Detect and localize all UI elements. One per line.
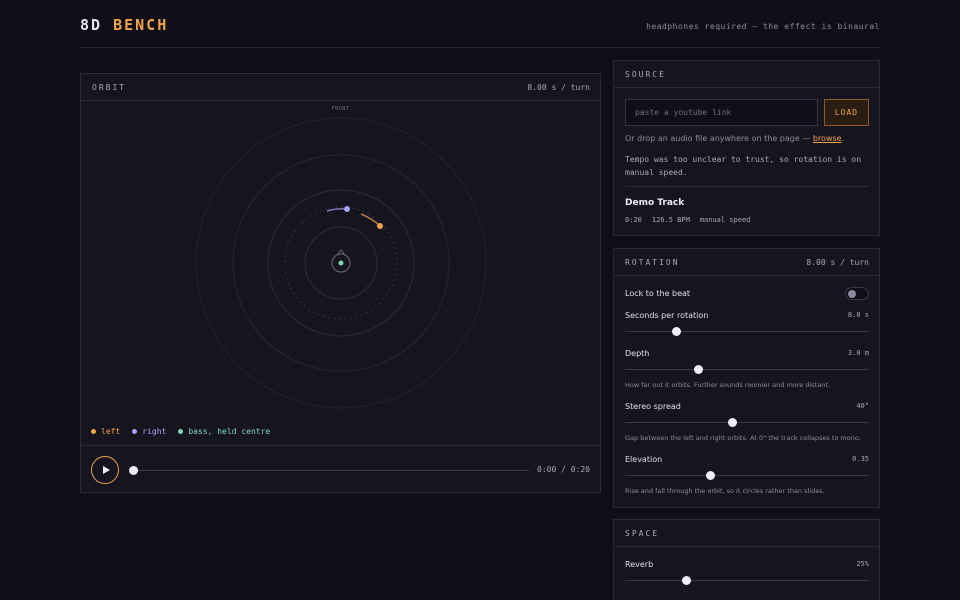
space-panel-title: SPACE bbox=[625, 529, 660, 538]
track-title: Demo Track bbox=[625, 198, 685, 208]
left-source-dot bbox=[377, 223, 383, 229]
elevation-slider-thumb[interactable] bbox=[705, 471, 715, 480]
spread-slider[interactable] bbox=[625, 422, 869, 423]
spread-help: Gap between the left and right orbits. A… bbox=[625, 434, 861, 442]
track-bpm: 126.5 BPM bbox=[651, 216, 690, 224]
track-duration: 0:20 bbox=[625, 216, 642, 224]
reverb-slider[interactable] bbox=[625, 580, 869, 581]
spread-row: Stereo spread 40° Gap between the left a… bbox=[625, 402, 869, 442]
tagline: headphones required — the effect is bina… bbox=[646, 22, 880, 31]
drop-hint: Or drop an audio file anywhere on the pa… bbox=[625, 134, 844, 143]
spread-slider-thumb[interactable] bbox=[727, 418, 737, 427]
reverb-label: Reverb bbox=[625, 560, 654, 569]
right-source-dot bbox=[344, 206, 350, 212]
brand-logo: 8D BENCH bbox=[80, 16, 168, 34]
depth-slider-thumb[interactable] bbox=[693, 365, 703, 374]
elevation-slider[interactable] bbox=[625, 475, 869, 476]
elevation-value: 0.35 bbox=[852, 455, 869, 463]
orbit-panel: ORBIT 8.00 s / turn FRONT left right bas… bbox=[80, 73, 601, 493]
legend-label-bass: bass, held centre bbox=[188, 427, 271, 436]
lock-beat-toggle[interactable] bbox=[845, 287, 869, 300]
seek-handle[interactable] bbox=[129, 466, 138, 475]
legend-swatch-bass bbox=[178, 429, 184, 434]
right-trail bbox=[326, 208, 348, 212]
drop-hint-text: Or drop an audio file anywhere on the pa… bbox=[625, 134, 813, 143]
spread-value: 40° bbox=[856, 402, 869, 410]
youtube-link-input[interactable] bbox=[625, 99, 818, 126]
source-panel-header: SOURCE bbox=[614, 61, 879, 88]
space-panel-header: SPACE bbox=[614, 520, 879, 547]
seconds-label: Seconds per rotation bbox=[625, 311, 709, 320]
divider bbox=[625, 186, 869, 187]
seek-bar[interactable] bbox=[133, 470, 529, 471]
space-panel: SPACE Reverb 25% bbox=[613, 519, 880, 600]
depth-row: Depth 3.0 m How far out it orbits. Furth… bbox=[625, 349, 869, 389]
depth-value: 3.0 m bbox=[847, 349, 869, 357]
spread-label: Stereo spread bbox=[625, 402, 681, 411]
seconds-slider-thumb[interactable] bbox=[671, 327, 681, 336]
time-readout: 0:00 / 0:20 bbox=[537, 465, 590, 474]
listener-dot bbox=[338, 260, 344, 266]
browse-link[interactable]: browse bbox=[813, 134, 842, 143]
brand-part-1: 8D bbox=[80, 16, 103, 34]
elevation-label: Elevation bbox=[625, 455, 663, 464]
depth-help: How far out it orbits. Further sounds ro… bbox=[625, 381, 830, 389]
depth-slider[interactable] bbox=[625, 369, 869, 370]
depth-label: Depth bbox=[625, 349, 650, 358]
tempo-note: Tempo was too unclear to trust, so rotat… bbox=[625, 155, 862, 177]
rotation-speed-readout: 8.00 s / turn bbox=[806, 258, 869, 267]
orbit-speed-readout: 8.00 s / turn bbox=[527, 83, 590, 92]
reverb-slider-thumb[interactable] bbox=[681, 576, 691, 585]
legend-label-right: right bbox=[142, 427, 167, 436]
track-mode: manual speed bbox=[699, 216, 751, 224]
legend-item-right: right bbox=[132, 427, 166, 436]
elevation-row: Elevation 0.35 Rise and fall through the… bbox=[625, 455, 869, 495]
brand-part-2: BENCH bbox=[113, 16, 169, 34]
rotation-panel-header: ROTATION 8.00 s / turn bbox=[614, 249, 879, 276]
lock-beat-label: Lock to the beat bbox=[625, 289, 691, 298]
orbit-panel-title: ORBIT bbox=[92, 83, 127, 92]
legend-swatch-right bbox=[132, 429, 138, 434]
load-button[interactable]: LOAD bbox=[824, 99, 869, 126]
source-panel: SOURCE LOAD Or drop an audio file anywhe… bbox=[613, 60, 880, 236]
app-header: 8D BENCH headphones required — the effec… bbox=[80, 14, 880, 48]
legend-label-left: left bbox=[101, 427, 121, 436]
legend-item-left: left bbox=[91, 427, 120, 436]
reverb-row: Reverb 25% bbox=[625, 560, 869, 590]
elevation-help: Rise and fall through the orbit, so it c… bbox=[625, 487, 825, 495]
orbit-panel-header: ORBIT 8.00 s / turn bbox=[81, 74, 600, 101]
legend-item-bass: bass, held centre bbox=[178, 427, 270, 436]
track-meta: 0:20 126.5 BPM manual speed bbox=[625, 216, 750, 224]
source-panel-title: SOURCE bbox=[625, 70, 666, 79]
seconds-value: 8.0 s bbox=[847, 311, 869, 319]
transport-bar: 0:00 / 0:20 bbox=[81, 445, 600, 492]
play-icon bbox=[102, 466, 110, 474]
rotation-panel: ROTATION 8.00 s / turn Lock to the beat … bbox=[613, 248, 880, 508]
rotation-panel-title: ROTATION bbox=[625, 258, 680, 267]
reverb-value: 25% bbox=[856, 560, 869, 568]
seconds-row: Seconds per rotation 8.0 s bbox=[625, 311, 869, 341]
legend-swatch-left bbox=[91, 429, 96, 434]
orbit-diagram bbox=[195, 117, 487, 409]
seconds-slider[interactable] bbox=[625, 331, 869, 332]
drop-hint-end: . bbox=[841, 134, 845, 143]
toggle-knob bbox=[848, 290, 856, 298]
orbit-visualizer: FRONT left right bass, held centre bbox=[81, 101, 600, 445]
orbit-legend: left right bass, held centre bbox=[91, 427, 270, 436]
play-button[interactable] bbox=[91, 456, 119, 484]
